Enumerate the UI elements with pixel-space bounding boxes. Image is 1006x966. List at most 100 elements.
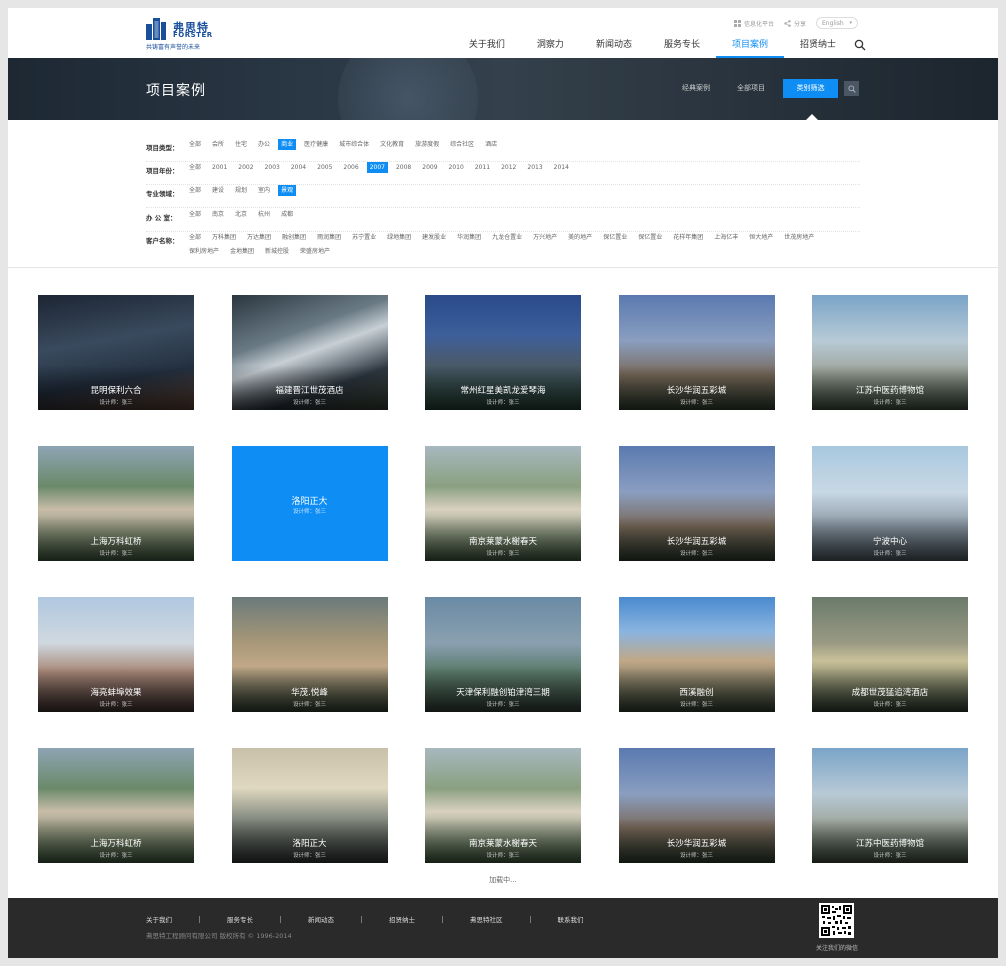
share-link[interactable]: 分享: [784, 19, 806, 28]
filter-option[interactable]: 医疗健康: [301, 139, 331, 150]
project-card[interactable]: 江苏中医药博物馆 设计师：张三: [812, 295, 968, 410]
filter-option[interactable]: 金地集团: [227, 246, 257, 257]
filter-option[interactable]: 荣盛房地产: [297, 246, 333, 257]
footer-link-community[interactable]: 弗思特社区: [470, 914, 503, 924]
topbar: 信息化平台 分享 English ▾: [733, 16, 858, 30]
filter-option[interactable]: 2010: [446, 162, 467, 173]
filter-option[interactable]: 万兴地产: [530, 232, 560, 243]
filter-option[interactable]: 全部: [186, 209, 204, 220]
filter-option[interactable]: 文化教育: [377, 139, 407, 150]
filter-option[interactable]: 办公: [255, 139, 273, 150]
filter-option[interactable]: 2012: [498, 162, 519, 173]
project-card[interactable]: 福建晋江世茂酒店 设计师：张三: [231, 295, 388, 410]
filter-option[interactable]: 花样年集团: [670, 232, 706, 243]
project-card[interactable]: 上海万科虹桥 设计师：张三: [38, 446, 194, 561]
filter-option[interactable]: 新城控股: [262, 246, 292, 257]
project-card[interactable]: 南京莱蒙水榭春天 设计师：张三: [425, 446, 581, 561]
filter-option[interactable]: 南京: [209, 209, 227, 220]
language-select[interactable]: English ▾: [816, 17, 858, 29]
filter-option[interactable]: 住宅: [232, 139, 250, 150]
filter-option[interactable]: 2003: [262, 162, 283, 173]
nav-item-careers[interactable]: 招贤纳士: [784, 38, 852, 58]
project-card[interactable]: 常州红星美凯龙爱琴海 设计师：张三: [425, 295, 581, 410]
filter-option[interactable]: 2014: [551, 162, 572, 173]
filter-option[interactable]: 雨润集团: [314, 232, 344, 243]
filter-option[interactable]: 2011: [472, 162, 493, 173]
filter-option[interactable]: 融创集团: [279, 232, 309, 243]
filter-option[interactable]: 2013: [524, 162, 545, 173]
tab-classic[interactable]: 经典案例: [676, 79, 716, 98]
filter-option[interactable]: 2002: [235, 162, 256, 173]
project-card[interactable]: 洛阳正大 设计师：张三: [231, 748, 388, 863]
project-card[interactable]: 南京莱蒙水榭春天 设计师：张三: [425, 748, 581, 863]
tab-filter[interactable]: 类别筛选: [783, 79, 838, 98]
nav-item-services[interactable]: 服务专长: [648, 38, 716, 58]
filter-option[interactable]: 苏宁置业: [349, 232, 379, 243]
filter-option[interactable]: 保利房地产: [186, 246, 222, 257]
filter-option[interactable]: 2001: [209, 162, 230, 173]
filter-option[interactable]: 全部: [186, 185, 204, 196]
filter-option[interactable]: 绿地集团: [384, 232, 414, 243]
tab-all[interactable]: 全部项目: [731, 79, 771, 98]
filter-option[interactable]: 旅游度假: [412, 139, 442, 150]
filter-option[interactable]: 商业: [278, 139, 297, 150]
filter-option[interactable]: 综合社区: [447, 139, 477, 150]
nav-item-projects[interactable]: 项目案例: [715, 38, 784, 58]
project-card[interactable]: 天津保利融创铂津湾三期 设计师：张三: [425, 597, 581, 712]
project-card[interactable]: 宁波中心 设计师：张三: [812, 446, 968, 561]
filter-option[interactable]: 全部: [186, 139, 204, 150]
filter-option[interactable]: 规划: [232, 185, 250, 196]
footer-link-services[interactable]: 服务专长: [227, 914, 253, 924]
filter-option[interactable]: 2006: [340, 162, 361, 173]
nav-item-news[interactable]: 新闻动态: [580, 38, 648, 58]
filter-option[interactable]: 华润集团: [454, 232, 484, 243]
filter-option[interactable]: 万科集团: [209, 232, 239, 243]
filter-option[interactable]: 建设: [209, 185, 227, 196]
filter-option[interactable]: 酒店: [482, 139, 500, 150]
filter-option[interactable]: 成都: [278, 209, 296, 220]
filter-option[interactable]: 北京: [232, 209, 250, 220]
project-card[interactable]: 洛阳正大 设计师：张三: [231, 446, 388, 561]
filter-option[interactable]: 2009: [419, 162, 440, 173]
banner-search-button[interactable]: [844, 81, 859, 96]
filter-option[interactable]: 保亿置业: [635, 232, 665, 243]
platform-link[interactable]: 信息化平台: [733, 19, 774, 28]
nav-item-insight[interactable]: 洞察力: [521, 38, 580, 58]
project-card[interactable]: 江苏中医药博物馆 设计师：张三: [812, 748, 968, 863]
filter-option[interactable]: 世茂房地产: [781, 232, 817, 243]
filter-option[interactable]: 恒大地产: [746, 232, 776, 243]
project-card[interactable]: 海亮蚌埠效果 设计师：张三: [38, 597, 194, 712]
filter-option[interactable]: 2007: [366, 162, 388, 173]
project-card[interactable]: 长沙华润五彩城 设计师：张三: [618, 295, 775, 410]
filter-option[interactable]: 室内: [255, 185, 273, 196]
search-icon[interactable]: [854, 39, 866, 51]
footer-link-contact[interactable]: 联系我们: [558, 914, 584, 924]
filter-option[interactable]: 2004: [288, 162, 309, 173]
project-card[interactable]: 长沙华润五彩城 设计师：张三: [618, 446, 775, 561]
filter-option[interactable]: 会所: [209, 139, 227, 150]
project-card[interactable]: 上海万科虹桥 设计师：张三: [38, 748, 194, 863]
filter-option[interactable]: 九龙仓置业: [489, 232, 525, 243]
footer-link-news[interactable]: 新闻动态: [308, 914, 334, 924]
filter-option[interactable]: 全部: [186, 232, 204, 243]
filter-option[interactable]: 建发股业: [419, 232, 449, 243]
project-card[interactable]: 西溪融创 设计师：张三: [618, 597, 775, 712]
project-card[interactable]: 长沙华润五彩城 设计师：张三: [618, 748, 775, 863]
filter-option[interactable]: 上海亿丰: [711, 232, 741, 243]
filter-option[interactable]: 景观: [278, 185, 297, 196]
footer-link-careers[interactable]: 招贤纳士: [389, 914, 415, 924]
filter-option[interactable]: 城市综合体: [336, 139, 372, 150]
footer-link-about[interactable]: 关于我们: [146, 914, 172, 924]
project-card[interactable]: 昆明保利六合 设计师：张三: [38, 295, 194, 410]
project-card[interactable]: 华茂.悦峰 设计师：张三: [231, 597, 388, 712]
nav-item-about[interactable]: 关于我们: [453, 38, 521, 58]
filter-option[interactable]: 2005: [314, 162, 335, 173]
project-card[interactable]: 成都世茂猛追湾酒店 设计师：张三: [812, 597, 968, 712]
filter-option[interactable]: 全部: [186, 162, 204, 173]
filter-option[interactable]: 万达集团: [244, 232, 274, 243]
filter-option[interactable]: 杭州: [255, 209, 273, 220]
filter-option[interactable]: 保亿置业: [600, 232, 630, 243]
logo[interactable]: 弗思特 FORSTER 共铸富有声誉的未来: [146, 18, 226, 51]
filter-option[interactable]: 美的地产: [565, 232, 595, 243]
filter-option[interactable]: 2008: [393, 162, 414, 173]
